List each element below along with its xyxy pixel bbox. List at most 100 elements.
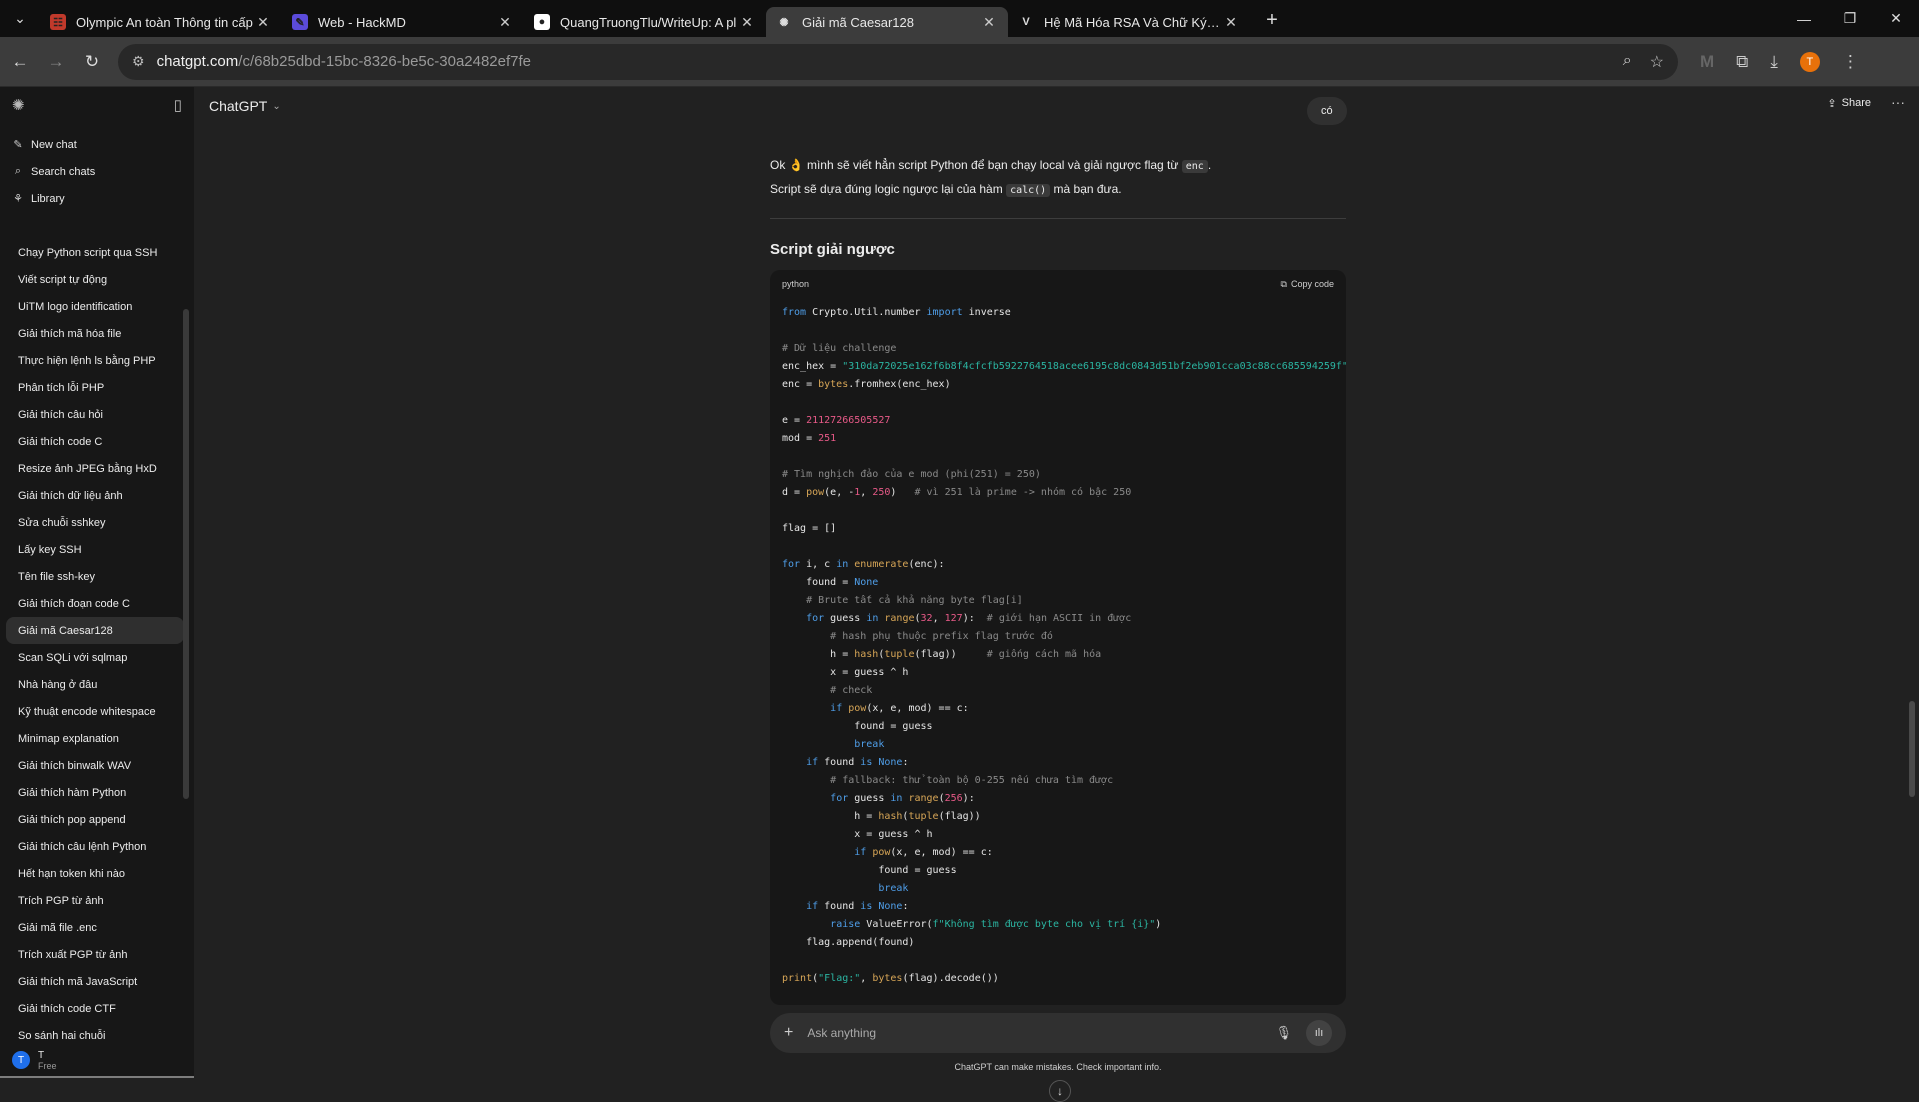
- profile-avatar[interactable]: T: [1800, 52, 1820, 72]
- bookmark-star-icon[interactable]: ☆: [1650, 52, 1664, 72]
- sidebar-chat-item[interactable]: Chạy Python script qua SSH: [6, 239, 184, 266]
- sidebar-chat-item[interactable]: Viết script tự động: [6, 266, 184, 293]
- close-sidebar-icon[interactable]: ▯: [174, 96, 182, 114]
- sidebar-chat-item[interactable]: Giải thích binwalk WAV: [6, 752, 184, 779]
- sidebar-chat-item[interactable]: Trích PGP từ ảnh: [6, 887, 184, 914]
- sidebar-chat-item[interactable]: Giải thích code CTF: [6, 995, 184, 1022]
- extensions-puzzle-icon[interactable]: ⧉: [1736, 52, 1748, 72]
- code-token: import: [927, 307, 963, 318]
- browser-menu-icon[interactable]: ⋮: [1842, 52, 1859, 72]
- code-token: ,: [860, 487, 872, 498]
- copy-code-button[interactable]: ⧉ Copy code: [1281, 279, 1334, 290]
- code-token: [782, 613, 806, 624]
- close-window-icon[interactable]: ✕: [1873, 0, 1919, 37]
- library-icon: ⚘: [12, 192, 24, 205]
- user-menu[interactable]: T T Free: [0, 1042, 194, 1078]
- code-token: f"Không tìm được byte cho vị trí {i}": [933, 919, 1156, 930]
- close-tab-icon[interactable]: ✕: [496, 14, 514, 31]
- close-tab-icon[interactable]: ✕: [738, 14, 756, 31]
- sidebar-chat-item[interactable]: So sánh hai chuỗi: [6, 1022, 184, 1039]
- main-scrollbar[interactable]: [1909, 701, 1915, 797]
- zoom-icon[interactable]: ⌕: [1623, 52, 1632, 72]
- sidebar-chat-item[interactable]: Giải thích câu hỏi: [6, 401, 184, 428]
- sidebar-chat-item[interactable]: Phân tích lỗi PHP: [6, 374, 184, 401]
- browser-tab[interactable]: ☷Olympic An toàn Thông tin cấp✕: [40, 7, 282, 37]
- sidebar-chat-item[interactable]: Sửa chuỗi sshkey: [6, 509, 184, 536]
- sidebar-chat-item[interactable]: Giải thích đoạn code C: [6, 590, 184, 617]
- browser-tab[interactable]: ●QuangTruongTlu/WriteUp: A pl✕: [524, 7, 766, 37]
- url-field[interactable]: ⚙ chatgpt.com/c/68b25dbd-15bc-8326-be5c-…: [118, 44, 1678, 80]
- sidebar-action[interactable]: ⌕Search chats: [0, 158, 194, 185]
- sidebar-chat-item[interactable]: Giải thích dữ liệu ảnh: [6, 482, 184, 509]
- sidebar-chat-item[interactable]: Giải thích câu lệnh Python: [6, 833, 184, 860]
- back-icon[interactable]: ←: [4, 46, 36, 78]
- sidebar-chat-item[interactable]: Hết hạn token khi nào: [6, 860, 184, 887]
- microphone-icon[interactable]: 🎙: [1275, 1025, 1292, 1041]
- code-content: from Crypto.Util.number import inverse# …: [770, 298, 1346, 994]
- code-token: [782, 901, 806, 912]
- sidebar-chat-item[interactable]: Resize ảnh JPEG bằng HxD: [6, 455, 184, 482]
- code-token: x = guess ^ h: [782, 667, 908, 678]
- tab-search-chevron-icon[interactable]: ⌄: [0, 0, 40, 37]
- code-line: mod = 251: [782, 430, 1334, 448]
- sidebar-chat-item[interactable]: Tên file ssh-key: [6, 563, 184, 590]
- sidebar-chat-item[interactable]: Trích xuất PGP từ ảnh: [6, 941, 184, 968]
- tab-title: Hệ Mã Hóa RSA Và Chữ Ký Số -: [1044, 15, 1222, 30]
- close-tab-icon[interactable]: ✕: [1222, 14, 1240, 31]
- sidebar-chat-item[interactable]: Nhà hàng ở đâu: [6, 671, 184, 698]
- code-token: range: [908, 793, 938, 804]
- chatgpt-icon: ✺: [776, 14, 792, 30]
- sidebar-chat-item[interactable]: Giải mã Caesar128: [6, 617, 184, 644]
- code-token: # vì 251 là prime -> nhóm có bậc 250: [915, 487, 1132, 498]
- code-token: flag.append(found): [782, 937, 914, 948]
- plus-icon[interactable]: +: [784, 1024, 793, 1042]
- browser-tab[interactable]: VHệ Mã Hóa RSA Và Chữ Ký Số -✕: [1008, 7, 1250, 37]
- code-token: break: [854, 739, 884, 750]
- download-icon[interactable]: ⤓: [1770, 52, 1778, 72]
- more-options-icon[interactable]: ···: [1891, 94, 1905, 110]
- sidebar-action[interactable]: ⚘Library: [0, 185, 194, 212]
- reload-icon[interactable]: ↻: [76, 46, 108, 78]
- sidebar-chat-item[interactable]: Giải thích code C: [6, 428, 184, 455]
- voice-mode-button[interactable]: ılı: [1306, 1020, 1332, 1046]
- site-info-icon[interactable]: ⚙: [132, 53, 145, 70]
- sidebar-chat-item[interactable]: Thực hiện lệnh ls bằng PHP: [6, 347, 184, 374]
- sidebar-chat-item[interactable]: Giải mã file .enc: [6, 914, 184, 941]
- code-token: [782, 595, 806, 606]
- section-heading: Script giải ngược: [770, 241, 895, 258]
- chevron-down-icon[interactable]: ⌄: [272, 101, 280, 112]
- minimize-icon[interactable]: —: [1781, 0, 1827, 37]
- close-tab-icon[interactable]: ✕: [254, 14, 272, 31]
- close-tab-icon[interactable]: ✕: [980, 14, 998, 31]
- sidebar-chat-item[interactable]: UiTM logo identification: [6, 293, 184, 320]
- code-token: [782, 631, 830, 642]
- share-button[interactable]: ⇪ Share: [1827, 97, 1871, 110]
- code-token: found: [818, 901, 860, 912]
- code-token: found = guess: [782, 865, 957, 876]
- sidebar-chat-item[interactable]: Giải thích mã JavaScript: [6, 968, 184, 995]
- restore-icon[interactable]: ❐: [1827, 0, 1873, 37]
- code-line: flag = []: [782, 520, 1334, 538]
- sidebar-chat-item[interactable]: Kỹ thuật encode whitespace: [6, 698, 184, 725]
- browser-tab[interactable]: ✺Giải mã Caesar128✕: [766, 7, 1008, 37]
- scroll-to-bottom-button[interactable]: ↓: [1049, 1080, 1071, 1102]
- browser-tab[interactable]: ✎Web - HackMD✕: [282, 7, 524, 37]
- forward-icon[interactable]: →: [40, 46, 72, 78]
- model-selector[interactable]: ChatGPT: [209, 98, 267, 114]
- sidebar-chat-item[interactable]: Scan SQLi với sqlmap: [6, 644, 184, 671]
- extension-m-icon[interactable]: M: [1700, 52, 1714, 72]
- sidebar-action-label: New chat: [31, 139, 77, 151]
- openai-logo-icon[interactable]: ✺: [12, 96, 25, 114]
- sidebar-action[interactable]: ✎New chat: [0, 131, 194, 158]
- new-tab-button[interactable]: +: [1258, 9, 1286, 32]
- sidebar-chat-item[interactable]: Giải thích hàm Python: [6, 779, 184, 806]
- sidebar-chat-item[interactable]: Lấy key SSH: [6, 536, 184, 563]
- code-token: None: [878, 901, 902, 912]
- sidebar-scrollbar[interactable]: [183, 309, 189, 799]
- code-token: 127: [945, 613, 963, 624]
- prompt-input[interactable]: [807, 1026, 1275, 1040]
- code-token: found = guess: [782, 721, 933, 732]
- sidebar-chat-item[interactable]: Giải thích mã hóa file: [6, 320, 184, 347]
- sidebar-chat-item[interactable]: Giải thích pop append: [6, 806, 184, 833]
- sidebar-chat-item[interactable]: Minimap explanation: [6, 725, 184, 752]
